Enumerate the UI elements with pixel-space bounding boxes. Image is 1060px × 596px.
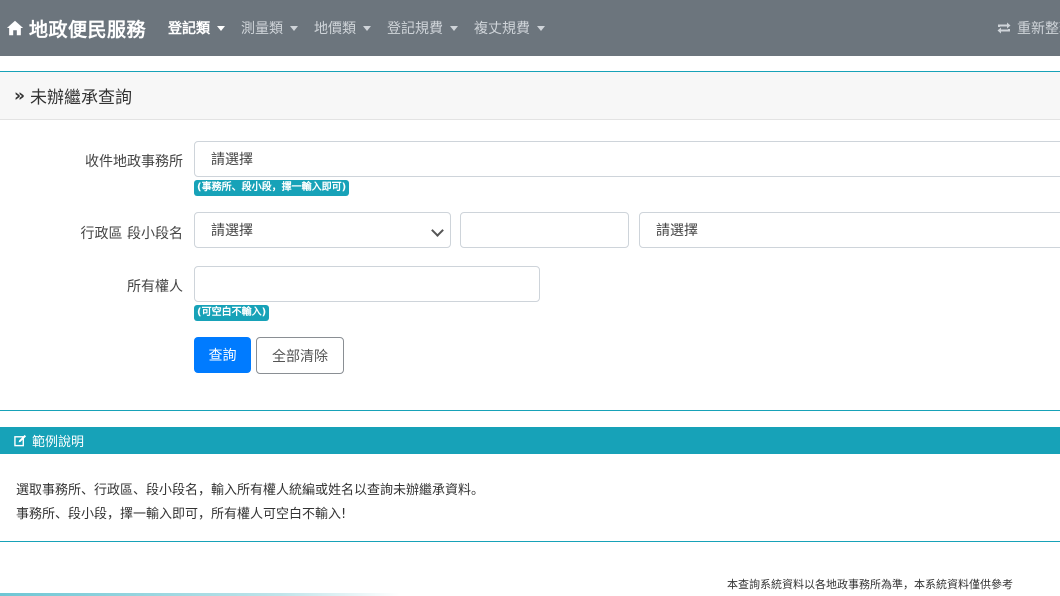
caret-down-icon [450,25,459,31]
refresh-icon [997,22,1011,34]
owner-label: 所有權人 [127,279,183,295]
example-title: 範例說明 [32,435,85,450]
caret-down-icon [290,25,299,31]
brand-title: 地政便民服務 [29,18,147,41]
edit-icon [14,434,27,447]
nav-menu: 登記類 測量類 地價類 登記規費 複丈規費 [168,18,561,38]
example-panel-bottom-border [0,541,1060,542]
panel-bottom-border [0,410,1060,411]
page-title: 未辦繼承查詢 [29,88,132,108]
district-label: 行政區 段小段名 [80,226,183,242]
example-line-1: 選取事務所、行政區、段小段名，輸入所有權人統編或姓名以查詢未辦繼承資料。 [16,483,485,498]
double-chevron-right-icon: » [14,85,25,106]
section-code-input[interactable] [460,212,629,248]
example-panel-header: 範例說明 [0,427,1060,454]
reload-label: 重新整理 [1017,21,1060,37]
nav-item-registration-fee[interactable]: 登記規費 [387,18,459,38]
footer-disclaimer: 本查詢系統資料以各地政事務所為準，本系統資料僅供參考 [727,578,1013,591]
section-name-select[interactable]: 請選擇 [639,212,1060,248]
office-label: 收件地政事務所 [85,154,183,170]
nav-item-survey-fee[interactable]: 複丈規費 [474,18,546,38]
query-panel-header: » 未辦繼承查詢 [0,72,1060,120]
brand[interactable]: 地政便民服務 [6,15,146,42]
owner-hint: (可空白不輸入) [194,305,270,321]
example-line-2: 事務所、段小段，擇一輸入即可，所有權人可空白不輸入! [16,507,347,522]
search-button[interactable]: 查詢 [194,337,251,373]
caret-down-icon [537,25,546,31]
owner-input[interactable] [194,266,540,302]
nav-item-registration[interactable]: 登記類 [168,18,226,38]
home-icon [6,20,24,36]
top-navbar: 地政便民服務 登記類 測量類 地價類 登記規費 複丈規費 重新整理 [0,0,1060,56]
reload-link[interactable]: 重新整理 [996,0,1060,56]
clear-all-button[interactable]: 全部清除 [256,337,344,374]
office-hint: (事務所、段小段，擇一輸入即可) [194,180,350,196]
nav-item-survey[interactable]: 測量類 [241,18,299,38]
chevron-down-icon [431,224,444,237]
office-select[interactable]: 請選擇 [194,141,1060,177]
nav-item-land-price[interactable]: 地價類 [314,18,372,38]
caret-down-icon [217,25,226,31]
district-select[interactable]: 請選擇 [194,212,451,248]
caret-down-icon [363,25,372,31]
